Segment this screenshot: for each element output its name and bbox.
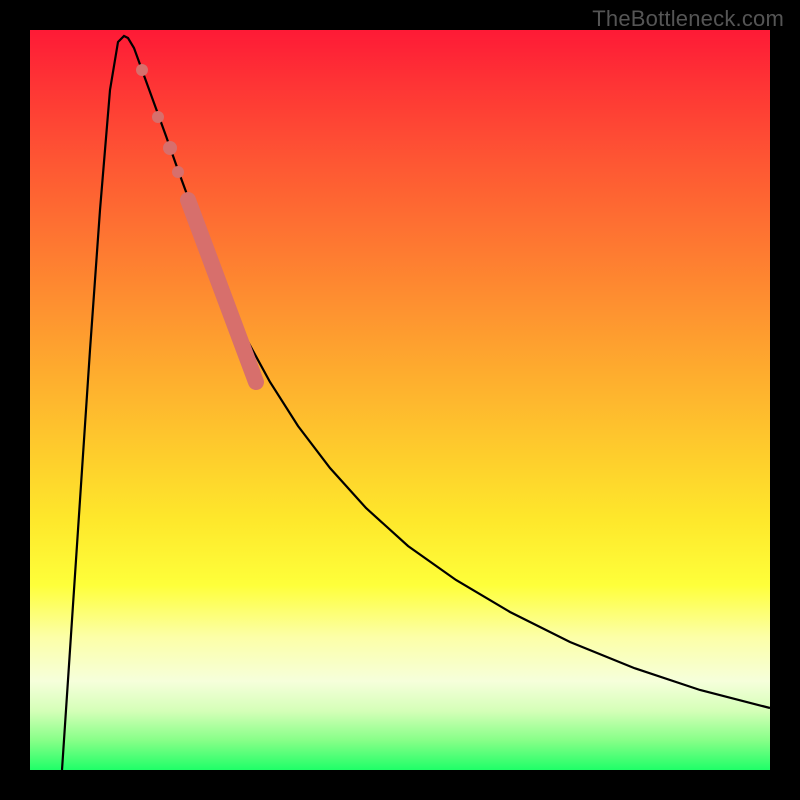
data-markers [136,64,256,382]
marker-dot [152,111,164,123]
marker-bar [188,200,256,382]
chart-frame: TheBottleneck.com [0,0,800,800]
watermark-text: TheBottleneck.com [592,6,784,32]
chart-svg [30,30,770,770]
marker-dot [163,141,177,155]
marker-dot [172,166,184,178]
plot-area [30,30,770,770]
marker-dot [136,64,148,76]
